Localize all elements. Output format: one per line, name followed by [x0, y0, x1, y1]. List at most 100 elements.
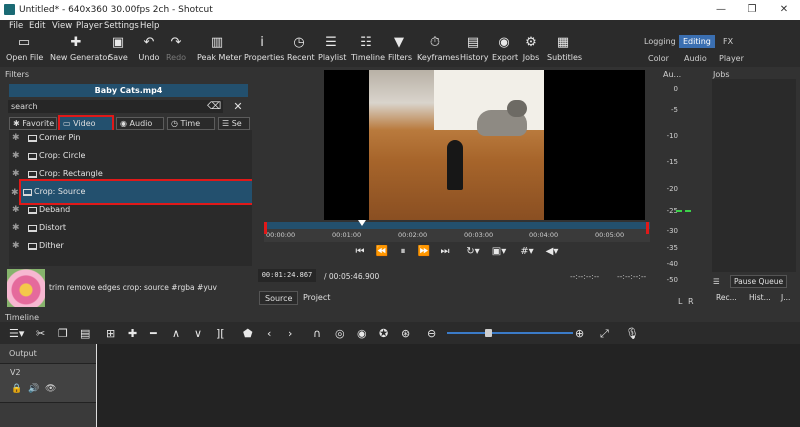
tab-source[interactable]: Source [259, 291, 299, 305]
next-marker-icon[interactable]: › [288, 327, 292, 340]
split-icon[interactable]: ][ [216, 327, 225, 340]
tab-recent[interactable]: Rec... [716, 293, 737, 302]
previous-marker-icon[interactable]: ‹ [267, 327, 271, 340]
tab-favorite[interactable]: ✱ Favorite [9, 117, 57, 130]
snap-icon[interactable]: ∩ [313, 327, 321, 340]
close-filter-picker-button[interactable]: ✕ [232, 100, 244, 113]
favorite-star-icon[interactable]: ✱ [12, 133, 20, 143]
menu-help[interactable]: Help [140, 21, 159, 31]
close-window-button[interactable]: ✕ [769, 0, 799, 20]
append-icon[interactable]: ⊞ [106, 327, 115, 340]
scrub-icon[interactable]: ◎ [335, 327, 345, 340]
layout-player[interactable]: Player [719, 54, 744, 63]
paste-icon[interactable]: ▤ [80, 327, 90, 340]
overwrite-icon[interactable]: ∨ [194, 327, 202, 340]
favorite-star-icon[interactable]: ✱ [12, 151, 20, 161]
filter-item-dither[interactable]: ✱ Dither [9, 238, 252, 256]
clear-search-icon[interactable]: ⌫ [207, 100, 221, 113]
volume-icon[interactable]: ◀▾ [541, 246, 563, 260]
filter-search-input[interactable]: search [8, 100, 223, 113]
player-playhead[interactable] [358, 220, 366, 226]
fast-forward-icon[interactable]: ⏩ [417, 246, 431, 260]
recent-button[interactable]: ◷ Recent [287, 35, 315, 65]
maximize-button[interactable]: ❐ [737, 0, 767, 20]
playlist-button[interactable]: ☰ Playlist [318, 35, 346, 65]
ripple-all-icon[interactable]: ✪ [379, 327, 388, 340]
timeline-zoom-slider[interactable] [447, 332, 573, 334]
filters-button[interactable]: ▼ Filters [388, 35, 412, 65]
visibility-icon[interactable]: 👁 [45, 384, 56, 394]
favorite-star-icon[interactable]: ✱ [12, 205, 20, 215]
favorite-star-icon[interactable]: ✱ [12, 223, 20, 233]
pause-icon[interactable]: ⏸ [397, 246, 409, 260]
filter-item-distort[interactable]: ✱ Distort [9, 220, 252, 238]
skip-next-icon[interactable]: ⏭ [439, 246, 451, 260]
menu-file[interactable]: File [9, 21, 23, 31]
minimize-button[interactable]: — [706, 0, 736, 20]
menu-settings[interactable]: Settings [104, 21, 139, 31]
save-button[interactable]: ▣ Save [107, 35, 129, 65]
add-icon[interactable]: ✚ [128, 327, 137, 340]
tab-audio[interactable]: ◉ Audio [116, 117, 164, 130]
zoom-out-icon[interactable]: ⊖ [427, 327, 436, 340]
zoom-icon[interactable]: ▣▾ [488, 246, 510, 260]
favorite-star-icon[interactable]: ✱ [12, 241, 20, 251]
timeline-tracks-area[interactable] [96, 344, 800, 427]
jobs-menu-icon[interactable]: ☰ [713, 277, 720, 286]
export-button[interactable]: ◉ Export [492, 35, 518, 65]
skip-previous-icon[interactable]: ⏮ [354, 246, 366, 260]
loop-icon[interactable]: ↻▾ [462, 246, 484, 260]
history-button[interactable]: ▤ History [460, 35, 488, 65]
record-audio-icon[interactable]: 🎙 [625, 327, 639, 340]
ripple-markers-icon[interactable]: ⊛ [401, 327, 410, 340]
new-generator-button[interactable]: ✚ New Generator [50, 35, 111, 65]
tab-history[interactable]: Hist... [749, 293, 771, 302]
mute-icon[interactable]: 🔊 [28, 384, 39, 394]
current-timecode-input[interactable]: 00:01:24.867 [258, 269, 316, 282]
rewind-icon[interactable]: ⏪ [375, 246, 389, 260]
menu-view[interactable]: View [52, 21, 72, 31]
peak-meter-button[interactable]: ▥ Peak Meter [197, 35, 242, 65]
lock-icon[interactable]: 🔒 [11, 384, 22, 394]
zoom-in-icon[interactable]: ⊕ [575, 327, 584, 340]
tab-project[interactable]: Project [298, 291, 335, 305]
keyframes-button[interactable]: ⏱ Keyframes [417, 35, 459, 65]
timeline-playhead[interactable] [96, 344, 97, 427]
timeline-menu-icon[interactable]: ☰▾ [9, 327, 24, 340]
tab-sets[interactable]: ☰ Se [218, 117, 250, 130]
layout-color[interactable]: Color [648, 54, 669, 63]
filter-item-crop-circle[interactable]: ✱ Crop: Circle [9, 148, 252, 166]
pause-queue-button[interactable]: Pause Queue [730, 275, 788, 288]
timeline-zoom-handle[interactable] [485, 329, 492, 337]
in-marker[interactable] [264, 222, 267, 234]
redo-button[interactable]: ↷ Redo [164, 35, 188, 65]
lift-icon[interactable]: ∧ [172, 327, 180, 340]
jobs-button[interactable]: ⚙ Jobs [522, 35, 540, 65]
zoom-fit-icon[interactable]: ⤢ [600, 327, 609, 341]
undo-button[interactable]: ↶ Undo [137, 35, 161, 65]
open-file-button[interactable]: ▭ Open File [6, 35, 43, 65]
out-marker[interactable] [646, 222, 649, 234]
track-header-v2[interactable]: V2 🔒 🔊 👁 [0, 363, 96, 403]
layout-audio[interactable]: Audio [684, 54, 707, 63]
subtitles-button[interactable]: ▦ Subtitles [547, 35, 582, 65]
remove-icon[interactable]: ━ [150, 327, 157, 340]
filter-item-crop-source[interactable]: ✱ Crop: Source [11, 179, 255, 205]
filter-item-corner-pin[interactable]: ✱ Corner Pin [9, 130, 252, 148]
layout-fx[interactable]: FX [723, 37, 733, 46]
marker-icon[interactable]: ⬟ [243, 327, 253, 340]
copy-icon[interactable]: ❐ [58, 327, 68, 340]
tab-jobs[interactable]: J... [781, 293, 790, 302]
tab-time[interactable]: ◷ Time [167, 117, 215, 130]
menu-edit[interactable]: Edit [29, 21, 45, 31]
ripple-icon[interactable]: ◉ [357, 327, 367, 340]
player-ruler[interactable]: 00:00:00 00:01:00 00:02:00 00:03:00 00:0… [264, 220, 650, 242]
favorite-star-icon[interactable]: ✱ [11, 188, 19, 198]
layout-editing[interactable]: Editing [679, 35, 715, 48]
layout-logging[interactable]: Logging [644, 37, 676, 46]
favorite-star-icon[interactable]: ✱ [12, 169, 20, 179]
menu-player[interactable]: Player [76, 21, 102, 31]
grid-icon[interactable]: #▾ [515, 246, 539, 260]
video-preview[interactable] [324, 70, 645, 220]
timeline-button[interactable]: ☷ Timeline [351, 35, 385, 65]
